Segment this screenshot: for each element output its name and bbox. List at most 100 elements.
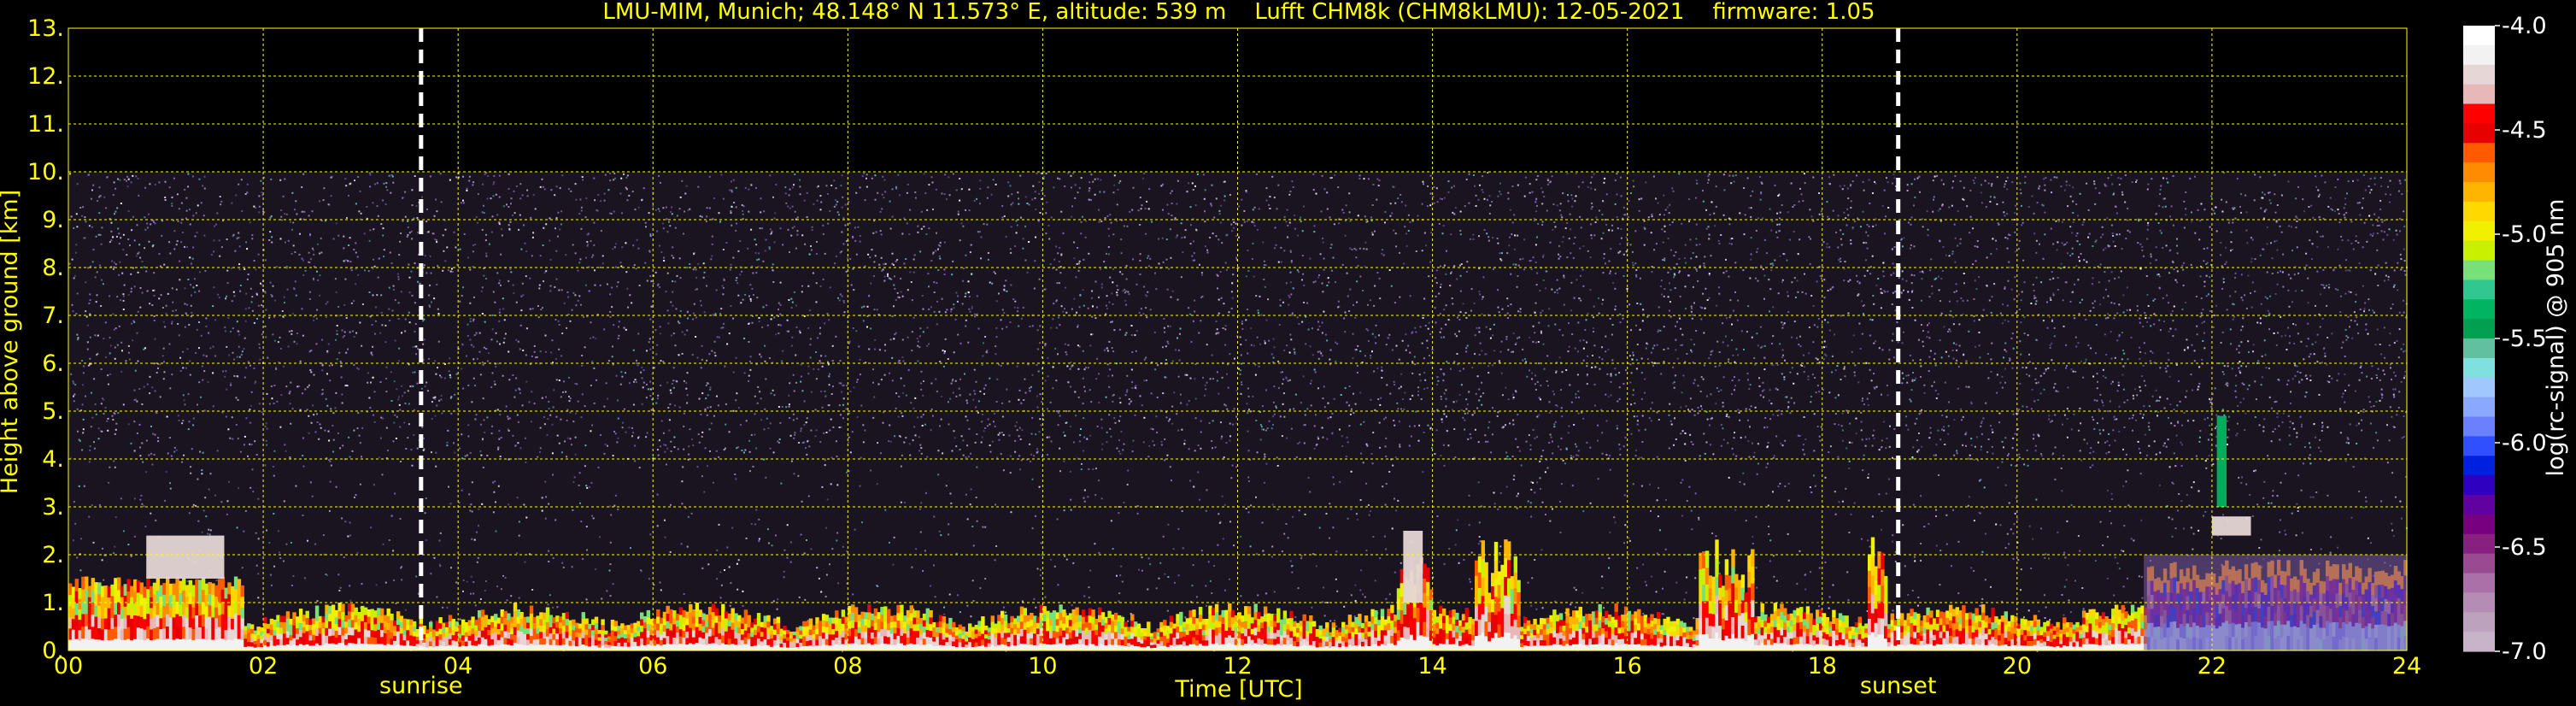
noise-speckle [238,268,241,271]
noise-speckle [1473,303,1476,304]
noise-speckle [341,329,343,332]
noise-speckle [1620,195,1622,197]
noise-speckle [657,208,660,210]
noise-speckle [1432,196,1435,198]
noise-speckle [2337,209,2339,211]
noise-speckle [2274,174,2276,176]
noise-speckle [2133,397,2135,400]
noise-speckle [1529,337,1531,338]
noise-speckle [2186,338,2188,341]
noise-speckle [2256,503,2259,506]
noise-speckle [1690,338,1693,341]
noise-speckle [852,327,854,329]
noise-speckle [549,594,551,597]
noise-speckle [1302,273,1305,275]
noise-speckle [130,291,132,293]
noise-speckle [1568,345,1570,348]
noise-speckle [716,578,719,580]
noise-speckle [356,256,359,258]
noise-speckle [1820,210,1822,213]
noise-speckle [1247,430,1249,432]
noise-speckle [1552,452,1554,455]
noise-speckle [889,227,892,230]
noise-speckle [1784,485,1787,487]
noise-speckle [261,333,263,336]
noise-speckle [1842,232,1845,235]
noise-speckle [388,286,390,289]
noise-speckle [1378,334,1380,337]
noise-speckle [1676,357,1679,360]
noise-speckle [1529,449,1532,450]
noise-speckle [296,213,298,215]
noise-speckle [868,348,871,350]
noise-speckle [1671,221,1674,223]
noise-speckle [1873,373,1875,375]
noise-speckle [1342,212,1345,214]
noise-speckle [2394,374,2397,377]
noise-speckle [1843,368,1845,370]
noise-speckle [2392,535,2395,538]
noise-speckle [1453,185,1455,187]
noise-speckle [737,250,740,252]
noise-speckle [1150,392,1153,395]
noise-speckle [1047,225,1050,227]
noise-speckle [1804,182,1806,185]
noise-speckle [1371,204,1374,206]
noise-speckle [130,273,132,275]
noise-speckle [1830,315,1832,317]
noise-speckle [1443,413,1446,415]
noise-speckle [1359,350,1362,352]
noise-speckle [693,312,695,315]
noise-speckle [2032,284,2034,286]
noise-speckle [855,253,858,256]
noise-speckle [390,191,392,194]
noise-speckle [2250,306,2253,309]
noise-speckle [2280,519,2281,521]
noise-speckle [2001,375,2004,378]
noise-speckle [343,247,345,250]
noise-speckle [1594,188,1597,191]
noise-speckle [1303,205,1305,208]
noise-speckle [2313,423,2315,426]
noise-speckle [777,406,780,408]
noise-speckle [2255,469,2257,472]
noise-speckle [1136,512,1139,515]
noise-speckle [891,379,894,382]
noise-speckle [1134,414,1136,416]
noise-speckle [2399,182,2402,185]
noise-speckle [895,392,898,395]
noise-speckle [1050,440,1053,443]
noise-speckle [2382,238,2385,241]
noise-speckle [1440,265,1441,268]
noise-speckle [914,197,917,199]
noise-speckle [1901,382,1904,385]
noise-speckle [1883,189,1886,191]
noise-speckle [1355,513,1358,515]
noise-speckle [846,240,848,243]
noise-speckle [1006,290,1008,292]
noise-speckle [1183,236,1186,238]
noise-speckle [2045,177,2047,179]
noise-speckle [195,504,197,507]
noise-speckle [1935,544,1938,547]
noise-speckle [1166,203,1169,206]
noise-speckle [2008,261,2010,263]
noise-speckle [2254,174,2256,176]
noise-speckle [315,317,318,320]
noise-speckle [722,249,725,250]
noise-speckle [1459,311,1462,314]
noise-speckle [594,284,596,286]
noise-speckle [1691,350,1693,353]
noise-speckle [769,422,772,425]
noise-speckle [835,335,837,338]
noise-speckle [2301,532,2303,534]
noise-speckle [1675,325,1676,327]
noise-speckle [1534,491,1536,494]
noise-speckle [2340,235,2343,238]
noise-speckle [2339,432,2342,434]
noise-speckle [2003,356,2004,359]
noise-speckle [683,425,685,427]
noise-speckle [1802,449,1804,451]
noise-speckle [308,297,311,300]
noise-speckle [2011,181,2014,184]
